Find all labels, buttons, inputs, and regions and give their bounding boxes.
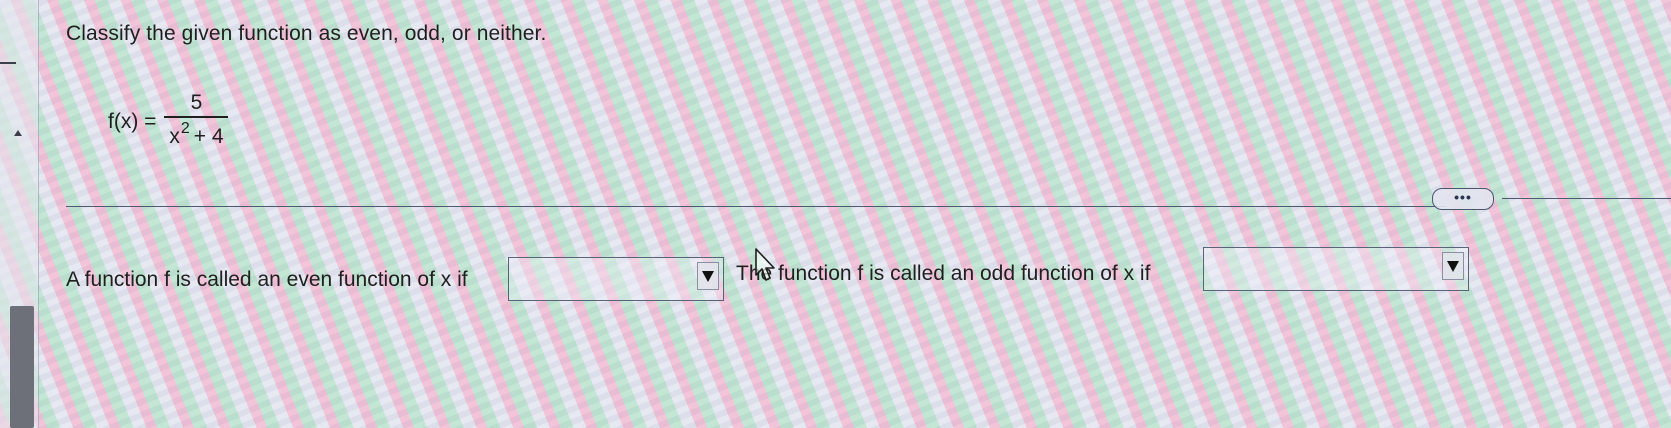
scroll-up-arrow-icon[interactable]: [14, 130, 22, 136]
fraction: 5 x2 + 4: [164, 90, 229, 154]
even-definition-dropdown[interactable]: [508, 257, 724, 301]
denominator-exponent: 2: [180, 119, 190, 137]
fraction-denominator: x2 + 4: [169, 118, 223, 154]
more-options-button[interactable]: •••: [1432, 188, 1494, 210]
scrollbar-thumb[interactable]: [10, 306, 34, 428]
question-prompt: Classify the given function as even, odd…: [66, 22, 547, 45]
mouse-cursor-icon: [755, 248, 775, 281]
denominator-base: x: [169, 124, 180, 148]
denominator-rest: + 4: [193, 124, 224, 148]
odd-definition-dropdown[interactable]: [1203, 247, 1469, 291]
rail-marker: [0, 62, 16, 64]
dropdown-arrow-icon[interactable]: [697, 262, 719, 290]
fraction-numerator: 5: [190, 91, 203, 114]
function-formula: f(x) = 5 x2 + 4: [108, 90, 229, 154]
section-divider: [66, 206, 1446, 207]
left-panel-rail: [0, 0, 39, 428]
odd-function-prompt: The function f is called an odd function…: [736, 262, 1151, 285]
function-name: f(x) =: [108, 109, 157, 133]
section-divider-right: [1502, 198, 1671, 199]
dropdown-arrow-icon[interactable]: [1442, 252, 1464, 280]
even-function-prompt: A function f is called an even function …: [66, 268, 468, 291]
